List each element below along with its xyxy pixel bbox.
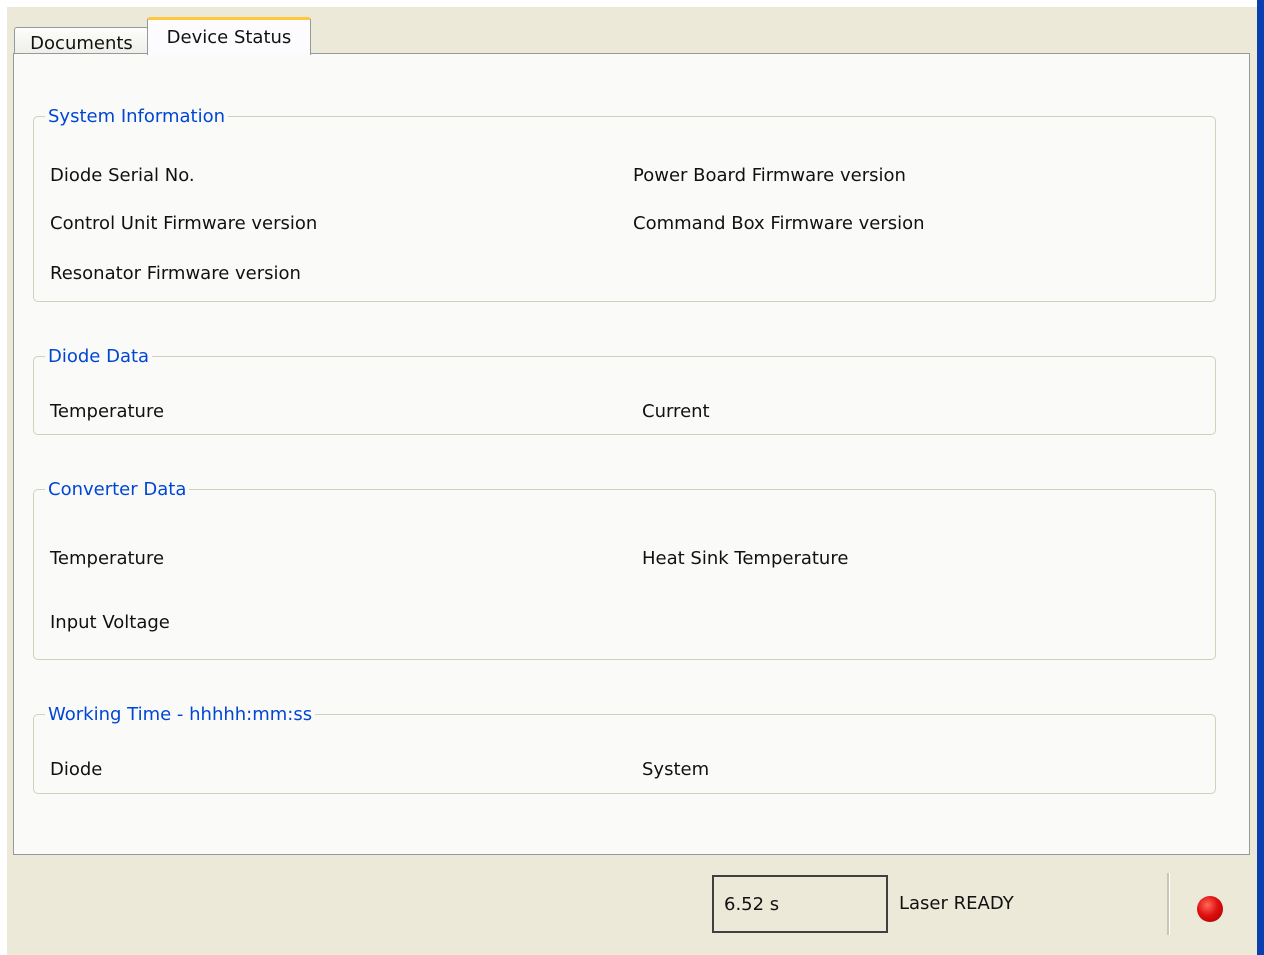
diode-data-legend: Diode Data bbox=[48, 346, 150, 367]
diode-data-group: Diode Data Temperature Current bbox=[33, 346, 1216, 435]
diode-serial-label: Diode Serial No. bbox=[50, 165, 195, 186]
elapsed-time-display: 6.52 s bbox=[712, 875, 888, 933]
command-box-firmware-label: Command Box Firmware version bbox=[633, 213, 925, 234]
diode-current-label: Current bbox=[642, 401, 710, 422]
status-bar: 6.52 s Laser READY bbox=[7, 857, 1257, 955]
converter-data-group: Converter Data Temperature Input Voltage… bbox=[33, 479, 1216, 660]
control-unit-firmware-label: Control Unit Firmware version bbox=[50, 213, 318, 234]
window-frame-left bbox=[0, 0, 7, 955]
converter-temperature-label: Temperature bbox=[50, 548, 165, 569]
tab-documents-label: Documents bbox=[30, 33, 133, 54]
status-led-icon bbox=[1197, 896, 1223, 922]
status-separator bbox=[1167, 873, 1170, 935]
device-window: Documents Device Status System Informati… bbox=[7, 7, 1257, 955]
window-frame-top bbox=[0, 0, 1264, 7]
resonator-firmware-label: Resonator Firmware version bbox=[50, 263, 301, 284]
tab-device-status[interactable]: Device Status bbox=[147, 17, 311, 55]
system-information-legend: System Information bbox=[48, 106, 226, 127]
system-information-group: System Information Diode Serial No. Cont… bbox=[33, 106, 1216, 302]
power-board-firmware-label: Power Board Firmware version bbox=[633, 165, 906, 186]
device-status-panel: System Information Diode Serial No. Cont… bbox=[13, 53, 1250, 855]
input-voltage-label: Input Voltage bbox=[50, 612, 170, 633]
working-time-group: Working Time - hhhhh:mm:ss Diode System bbox=[33, 704, 1216, 794]
tab-device-status-label: Device Status bbox=[166, 27, 292, 48]
working-time-diode-label: Diode bbox=[50, 759, 103, 780]
laser-status-text: Laser READY bbox=[899, 893, 1014, 914]
elapsed-time-value: 6.52 s bbox=[724, 893, 780, 915]
window-frame-right bbox=[1257, 0, 1264, 955]
working-time-legend: Working Time - hhhhh:mm:ss bbox=[48, 704, 313, 725]
working-time-system-label: System bbox=[642, 759, 710, 780]
diode-temperature-label: Temperature bbox=[50, 401, 165, 422]
heat-sink-temperature-label: Heat Sink Temperature bbox=[642, 548, 849, 569]
converter-data-legend: Converter Data bbox=[48, 479, 187, 500]
